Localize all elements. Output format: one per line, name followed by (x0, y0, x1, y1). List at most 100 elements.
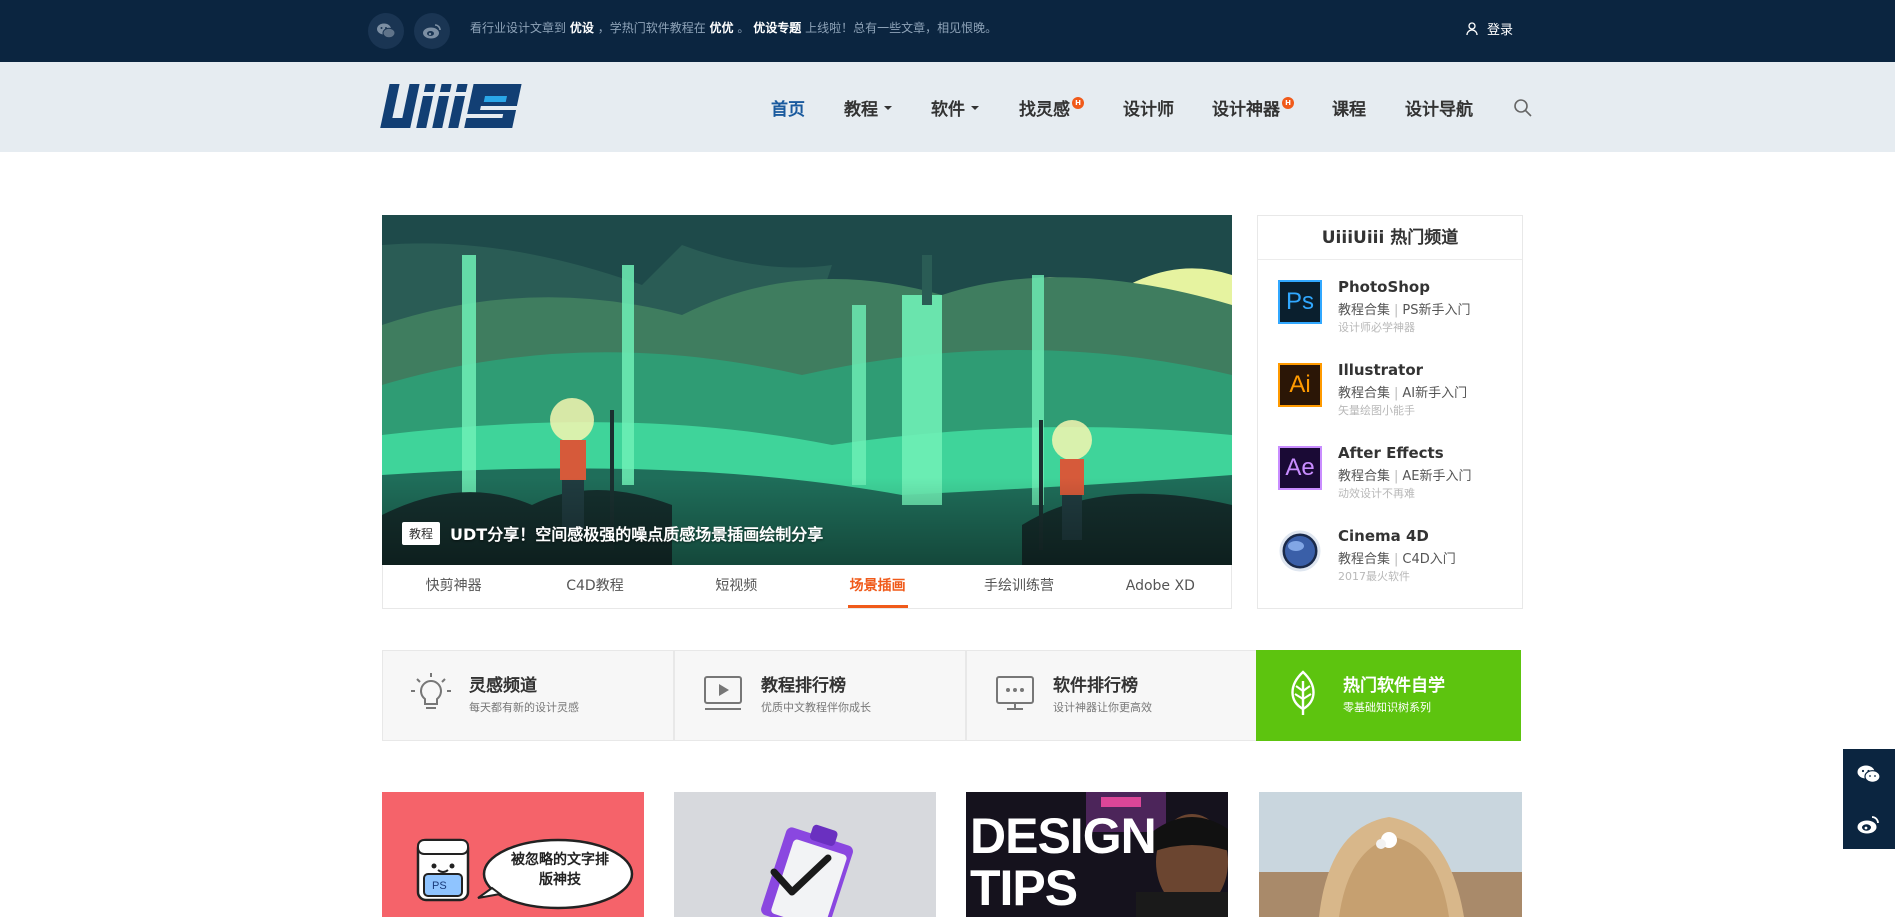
feature-subtitle: 零基础知识树系列 (1343, 701, 1431, 714)
notice-text: 看行业设计文章到 优设 ，学热门软件教程在 优优 。 优设专题 上线啦！总有一些… (470, 19, 997, 36)
nav-label: 设计神器 (1212, 100, 1280, 120)
ps-badge-text: PS (432, 880, 447, 892)
hero-tab[interactable]: Adobe XD (1090, 565, 1231, 608)
cinema4d-icon (1278, 529, 1322, 573)
thumbnail-headline: DESIGN TIPS (970, 808, 1157, 916)
software-name[interactable]: Illustrator (1338, 361, 1423, 379)
feature-tutorial-ranking[interactable]: 教程排行榜 优质中文教程伴你成长 (674, 650, 966, 741)
illustrator-icon: Ai (1278, 363, 1322, 407)
software-item-illustrator[interactable]: Ai Illustrator 教程合集 | AI新手入门 矢量绘图小能手 (1278, 361, 1518, 431)
hero-banner[interactable]: 教程 UDT分享！空间感极强的噪点质感场景插画绘制分享 (382, 215, 1232, 565)
hero-tab[interactable]: 短视频 (666, 565, 807, 608)
nav-item-designers[interactable]: 设计师 (1123, 95, 1174, 120)
weibo-icon[interactable] (414, 13, 450, 49)
feature-title: 教程排行榜 (761, 676, 846, 696)
link-beginner[interactable]: C4D入门 (1402, 552, 1455, 567)
wechat-share-icon[interactable] (1843, 749, 1895, 799)
feature-title: 热门软件自学 (1343, 676, 1445, 696)
search-icon[interactable] (1513, 98, 1533, 122)
girl-hair-photo (1259, 792, 1522, 917)
article-thumbnail[interactable] (1259, 792, 1522, 917)
notice-part: 看行业设计文章到 (470, 21, 567, 35)
main-nav: 首页 教程 软件 找灵感 H 设计师 设计神器 H 课程 设计导航 (0, 62, 1895, 152)
top-bar: 看行业设计文章到 优设 ，学热门软件教程在 优优 。 优设专题 上线啦！总有一些… (0, 0, 1895, 62)
panel-title: UiiiUiii 热门频道 (1258, 216, 1522, 260)
nav-item-design-tools[interactable]: 设计神器 H (1212, 95, 1294, 120)
hero-tab[interactable]: C4D教程 (524, 565, 665, 608)
clipboard-illustration (674, 792, 936, 917)
nav-item-design-nav[interactable]: 设计导航 (1405, 95, 1473, 120)
feature-subtitle: 优质中文教程伴你成长 (761, 701, 871, 714)
login-label: 登录 (1487, 23, 1514, 38)
hero-tab[interactable]: 手绘训练营 (948, 565, 1089, 608)
nav-label: 设计导航 (1405, 100, 1473, 120)
software-item-after-effects[interactable]: Ae After Effects 教程合集 | AE新手入门 动效设计不再难 (1278, 444, 1518, 514)
hero-title[interactable]: UDT分享！空间感极强的噪点质感场景插画绘制分享 (450, 521, 823, 545)
link-beginner[interactable]: AI新手入门 (1402, 386, 1467, 401)
thumbnail-text: 被忽略的文字排版神技 (511, 852, 609, 888)
icon-letters: Ps (1285, 288, 1314, 315)
nav-item-courses[interactable]: 课程 (1332, 95, 1366, 120)
link-beginner[interactable]: PS新手入门 (1402, 303, 1470, 318)
software-item-photoshop[interactable]: Ps PhotoShop 教程合集 | PS新手入门 设计师必学神器 (1278, 278, 1518, 348)
monitor-icon (993, 671, 1037, 719)
photoshop-icon: Ps (1278, 280, 1322, 324)
software-links: 教程合集 | AI新手入门 (1338, 382, 1467, 401)
icon-letters: Ai (1289, 371, 1311, 398)
nav-item-software[interactable]: 软件 (931, 95, 979, 120)
hero-tab-active[interactable]: 场景插画 (807, 565, 948, 608)
software-item-cinema4d[interactable]: Cinema 4D 教程合集 | C4D入门 2017最火软件 (1278, 527, 1518, 597)
software-name[interactable]: After Effects (1338, 444, 1444, 462)
hero-caption[interactable]: 教程 UDT分享！空间感极强的噪点质感场景插画绘制分享 (402, 521, 823, 545)
feature-title: 软件排行榜 (1053, 676, 1138, 696)
software-links: 教程合集 | PS新手入门 (1338, 299, 1471, 318)
feature-title: 灵感频道 (469, 676, 537, 696)
feature-subtitle: 设计神器让你更高效 (1053, 701, 1152, 714)
link-collection[interactable]: 教程合集 (1338, 303, 1390, 318)
nav-label: 设计师 (1123, 100, 1174, 120)
software-name[interactable]: Cinema 4D (1338, 527, 1429, 545)
link-beginner[interactable]: AE新手入门 (1402, 469, 1471, 484)
notice-part: 。 (737, 21, 750, 35)
notice-part: ，学热门软件教程在 (597, 21, 706, 35)
feature-software-ranking[interactable]: 软件排行榜 设计神器让你更高效 (966, 650, 1258, 741)
feature-self-learning[interactable]: 热门软件自学 零基础知识树系列 (1256, 650, 1521, 741)
link-separator: | (1394, 469, 1399, 484)
login-button[interactable]: 登录 (1466, 19, 1513, 38)
hero-category-tag[interactable]: 教程 (402, 521, 441, 545)
software-desc: 动效设计不再难 (1338, 487, 1415, 500)
hero-tab[interactable]: 快剪神器 (383, 565, 524, 608)
feature-inspiration[interactable]: 灵感频道 每天都有新的设计灵感 (382, 650, 674, 741)
software-name[interactable]: PhotoShop (1338, 278, 1430, 296)
nav-label: 软件 (931, 100, 965, 120)
nav-item-inspiration[interactable]: 找灵感 H (1019, 95, 1084, 120)
notice-part: 上线啦！总有一些文章，相见恨晚。 (805, 21, 998, 35)
nav-label: 教程 (844, 100, 878, 120)
link-separator: | (1394, 303, 1399, 318)
article-thumbnail[interactable]: 被忽略的文字排版神技 PS (382, 792, 644, 917)
notice-link-topics[interactable]: 优设专题 (753, 21, 801, 35)
software-links: 教程合集 | C4D入门 (1338, 548, 1456, 567)
article-thumbnail[interactable] (674, 792, 936, 917)
lightbulb-icon (409, 671, 453, 719)
headline-line: TIPS (970, 860, 1078, 916)
icon-letters: Ae (1285, 454, 1315, 481)
notice-link-uiiiuiii[interactable]: 优优 (710, 21, 734, 35)
hot-channels-panel: UiiiUiii 热门频道 Ps PhotoShop 教程合集 | PS新手入门 设… (1257, 215, 1523, 609)
weibo-share-icon[interactable] (1843, 799, 1895, 849)
article-thumbnail[interactable]: DESIGN TIPS (966, 792, 1228, 917)
nav-item-home[interactable]: 首页 (771, 95, 805, 120)
site-logo[interactable] (376, 82, 528, 138)
link-collection[interactable]: 教程合集 (1338, 469, 1390, 484)
wechat-icon[interactable] (368, 13, 404, 49)
nav-label: 首页 (771, 100, 805, 120)
notice-link-uisdc[interactable]: 优设 (570, 21, 594, 35)
nav-item-tutorials[interactable]: 教程 (844, 95, 892, 120)
leaf-icon (1283, 669, 1323, 721)
software-desc: 矢量绘图小能手 (1338, 404, 1415, 417)
hot-badge: H (1282, 96, 1294, 109)
hero-illustration (382, 215, 1232, 565)
link-collection[interactable]: 教程合集 (1338, 552, 1390, 567)
link-collection[interactable]: 教程合集 (1338, 386, 1390, 401)
headline-line: DESIGN (970, 808, 1157, 864)
